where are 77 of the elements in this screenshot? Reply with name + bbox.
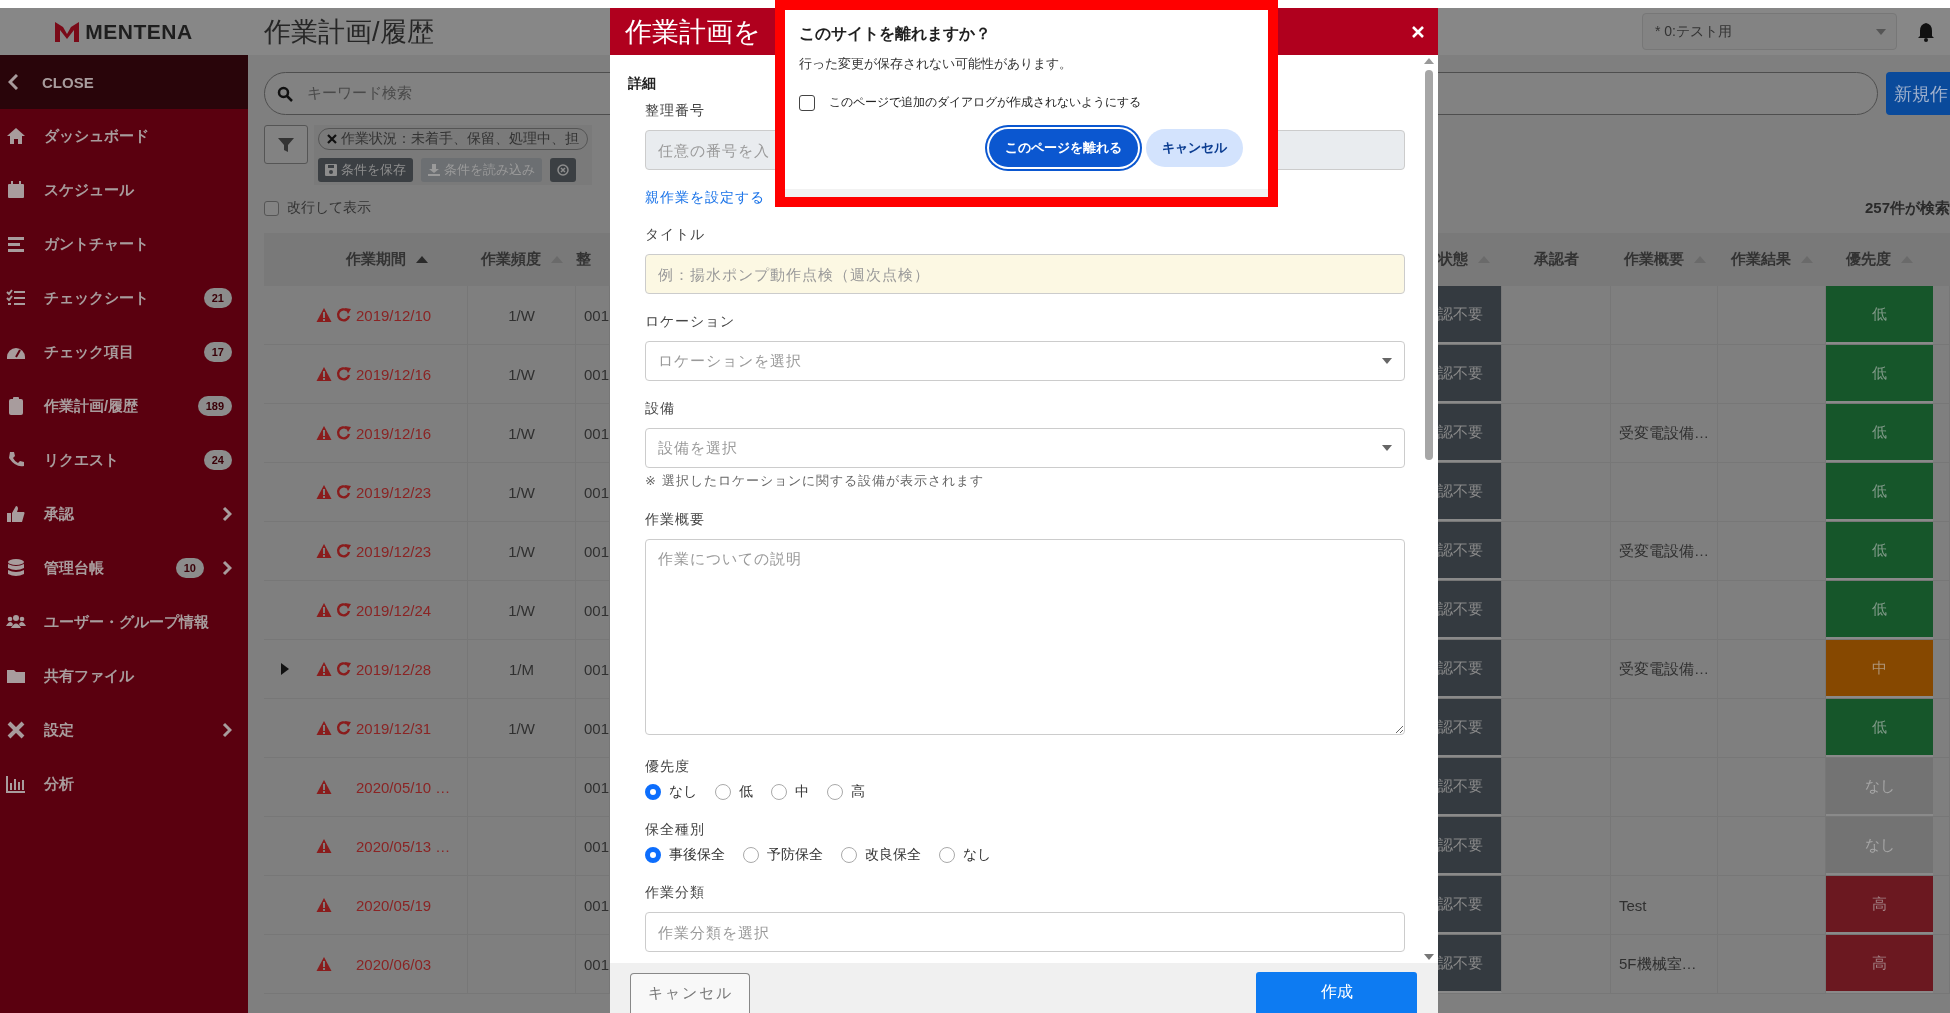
dialog-title: このサイトを離れますか？ (799, 24, 992, 44)
priority-cell: 低 (1826, 581, 1933, 639)
table-cell: 受変電設備… (1611, 522, 1718, 580)
table-cell: 1/W (468, 581, 576, 639)
table-cell: 受変電設備… (1611, 404, 1718, 462)
table-cell: 1/W (468, 699, 576, 757)
modal-title: 作業計画を (625, 15, 761, 49)
priority-cell: 高 (1826, 935, 1933, 993)
field-label: 作業分類 (645, 883, 705, 902)
date-text: 2020/06/03 (356, 955, 432, 973)
count-badge: 24 (203, 450, 232, 470)
result-count: 257件が検索 (1863, 197, 1950, 218)
field-label: ロケーション (645, 312, 735, 331)
radio-label: なし (669, 783, 697, 801)
date-text: 2019/12/23 (356, 483, 432, 501)
priority-cell: 低 (1826, 404, 1933, 462)
priority-cell: 低 (1826, 463, 1933, 521)
priority-cell: 高 (1826, 876, 1933, 934)
priority-cell: 低 (1826, 699, 1933, 757)
count-badge: 21 (203, 288, 232, 308)
table-cell: 1/W (468, 522, 576, 580)
status-cell: 認不要 (1438, 640, 1502, 698)
field-label: 作業概要 (645, 510, 705, 529)
status-cell: 認不要 (1438, 522, 1502, 580)
field-hint: ※ 選択したロケーションに関する設備が表示されます (645, 472, 985, 490)
radio-label: 低 (739, 783, 753, 801)
table-cell: Test (1611, 876, 1718, 934)
table-cell: 受変電設備… (1611, 640, 1718, 698)
status-cell: 認不要 (1438, 758, 1502, 816)
priority-cell: 中 (1826, 640, 1933, 698)
table-cell: 1/W (468, 404, 576, 462)
radio-label: なし (963, 846, 991, 864)
table-cell: 1/W (468, 286, 576, 344)
date-text: 2020/05/19 (356, 896, 432, 914)
date-text: 2019/12/16 (356, 365, 432, 383)
checkbox-label: このページで追加のダイアログが作成されないようにする (829, 94, 1141, 111)
radio-label: 事後保全 (669, 846, 725, 864)
date-text: 2020/05/10 … (356, 778, 451, 796)
field-label: 整理番号 (645, 101, 705, 120)
status-cell: 認不要 (1438, 404, 1502, 462)
count-badge: 17 (203, 342, 232, 362)
field-label: 設備 (645, 399, 675, 418)
date-text: 2019/12/31 (356, 719, 432, 737)
field-label: 優先度 (645, 757, 690, 776)
radio-label: 高 (851, 783, 865, 801)
status-cell: 認不要 (1438, 876, 1502, 934)
date-text: 2019/12/24 (356, 601, 432, 619)
radio-label: 中 (795, 783, 809, 801)
status-cell: 認不要 (1438, 817, 1502, 875)
section-title: 詳細 (628, 74, 657, 93)
table-cell: 1/M (468, 640, 576, 698)
dialog-message: 行った変更が保存されない可能性があります。 (799, 56, 1073, 73)
status-cell: 認不要 (1438, 463, 1502, 521)
date-text: 2020/05/13 … (356, 837, 451, 855)
status-cell: 認不要 (1438, 345, 1502, 403)
status-cell: 認不要 (1438, 581, 1502, 639)
table-cell: 1/W (468, 345, 576, 403)
date-text: 2019/12/16 (356, 424, 432, 442)
count-badge: 10 (175, 558, 204, 578)
field-label: 保全種別 (645, 820, 705, 839)
table-cell: 1/W (468, 463, 576, 521)
priority-cell: 低 (1826, 286, 1933, 344)
date-text: 2019/12/28 (356, 660, 432, 678)
count-badge: 189 (197, 396, 232, 416)
checkbox-label: 改行して表示 (287, 199, 371, 217)
priority-cell: 低 (1826, 345, 1933, 403)
table-cell: 5F機械室… (1611, 935, 1718, 993)
status-cell: 認不要 (1438, 286, 1502, 344)
status-cell: 認不要 (1438, 699, 1502, 757)
field-label: タイトル (645, 225, 705, 244)
radio-label: 予防保全 (767, 846, 823, 864)
priority-cell: 低 (1826, 522, 1933, 580)
date-text: 2019/12/10 (356, 306, 432, 324)
radio-label: 改良保全 (865, 846, 921, 864)
page-title: 作業計画/履歴 (264, 15, 434, 49)
status-cell: 認不要 (1438, 935, 1502, 993)
date-text: 2019/12/23 (356, 542, 432, 560)
